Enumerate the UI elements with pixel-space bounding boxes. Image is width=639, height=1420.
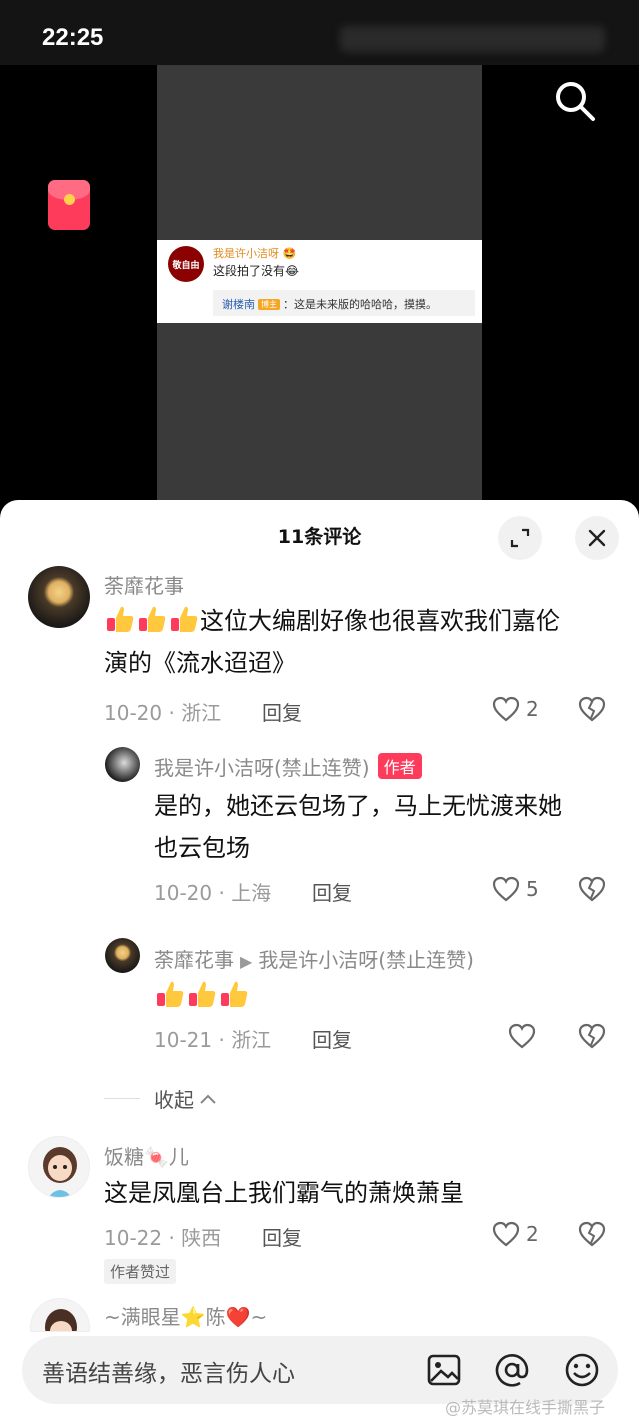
broken-heart-icon[interactable] xyxy=(578,876,606,902)
embedded-comment-card: 敬自由 我是许小洁呀 🤩 这段拍了没有😂 谢楼南 博主 ：这是未来版的哈哈哈，摸摸。 xyxy=(157,240,482,323)
avatar[interactable] xyxy=(105,938,140,973)
comment-text-line2: 演的《流水迢迢》 xyxy=(104,649,296,677)
embed-reply-name: 谢楼南 xyxy=(222,298,255,311)
reply-arrow-icon: ▶ xyxy=(240,952,253,971)
watermark: @苏莫琪在线手撕黑子 xyxy=(445,1398,606,1417)
mention-icon[interactable] xyxy=(492,1350,532,1390)
reply-button[interactable]: 回复 xyxy=(312,877,352,906)
expand-button[interactable] xyxy=(498,516,542,560)
reply-emoji-row xyxy=(154,978,250,1010)
like-button[interactable]: 2 xyxy=(492,696,539,722)
sheet-title: 11条评论 xyxy=(277,526,362,548)
comment-username[interactable]: ~满眼星⭐陈❤️~ xyxy=(104,1301,267,1330)
red-packet-coin xyxy=(64,194,75,205)
collapse-replies-button[interactable]: 收起 xyxy=(104,1084,218,1113)
reply-date-location: 10-21 · 浙江 xyxy=(154,1028,272,1052)
comment-date-location: 10-22 · 陕西 xyxy=(104,1226,222,1250)
search-icon[interactable] xyxy=(552,78,598,124)
close-button[interactable] xyxy=(575,516,619,560)
reply-date-location: 10-20 · 上海 xyxy=(154,881,272,905)
thumbs-up-emoji xyxy=(104,603,136,635)
heart-icon xyxy=(492,876,520,902)
comment-text: 这位大编剧好像也很喜欢我们嘉伦 演的《流水迢迢》 xyxy=(104,600,604,684)
reply-to-username: 我是许小洁呀(禁止连赞) xyxy=(258,948,474,972)
like-button[interactable]: 5 xyxy=(492,876,539,902)
comment-sheet: 11条评论 荼靡花事 这位大编剧好像也很喜欢我们嘉伦 演的《流水迢迢》 10-2… xyxy=(0,500,639,1420)
embed-reply-tag: 博主 xyxy=(258,299,280,310)
thumbs-up-emoji xyxy=(218,978,250,1010)
avatar[interactable] xyxy=(30,1298,90,1332)
thumbs-up-emoji xyxy=(186,978,218,1010)
collapse-divider xyxy=(104,1098,140,1099)
emoji-icon[interactable] xyxy=(562,1350,602,1390)
expand-icon xyxy=(510,528,530,548)
comment-date-location: 10-20 · 浙江 xyxy=(104,701,222,725)
reply-username-text: 我是许小洁呀(禁止连赞) xyxy=(154,756,370,780)
close-icon xyxy=(588,529,606,547)
status-bar: 22:25 xyxy=(0,0,639,65)
blurred-title xyxy=(340,26,605,52)
status-time: 22:25 xyxy=(42,24,104,51)
comment-username[interactable]: 饭糖🍬儿 xyxy=(104,1141,189,1170)
comment-input[interactable]: 善语结善缘，恶言伤人心 xyxy=(42,1354,295,1388)
like-count: 2 xyxy=(526,1222,539,1246)
reply-text: 是的，她还云包场了，马上无忧渡来她 也云包场 xyxy=(154,785,614,869)
thumbs-up-emoji xyxy=(168,603,200,635)
author-liked-tag: 作者赞过 xyxy=(104,1259,177,1284)
avatar-illustration xyxy=(43,1147,77,1197)
avatar[interactable] xyxy=(28,1136,90,1198)
reply-username-text: 荼靡花事 xyxy=(154,948,234,972)
reply-button[interactable]: 回复 xyxy=(262,1222,302,1251)
heart-icon xyxy=(492,1221,520,1247)
avatar[interactable] xyxy=(105,747,140,782)
reply-username[interactable]: 我是许小洁呀(禁止连赞) 作者 xyxy=(154,752,422,781)
embed-text: 这段拍了没有😂 xyxy=(213,264,300,278)
heart-icon xyxy=(492,696,520,722)
comment-text-line1: 这位大编剧好像也很喜欢我们嘉伦 xyxy=(200,607,560,635)
reply-text-line1: 是的，她还云包场了，马上无忧渡来她 xyxy=(154,792,562,820)
chevron-up-icon xyxy=(200,1094,216,1104)
broken-heart-icon[interactable] xyxy=(578,1221,606,1247)
reply-button[interactable]: 回复 xyxy=(262,697,302,726)
image-icon[interactable] xyxy=(424,1350,464,1390)
reply-username[interactable]: 荼靡花事 ▶ 我是许小洁呀(禁止连赞) xyxy=(154,944,474,973)
like-count: 5 xyxy=(526,877,539,901)
heart-icon[interactable] xyxy=(508,1023,536,1049)
avatar-illustration xyxy=(45,1309,77,1331)
author-badge: 作者 xyxy=(377,753,422,779)
avatar[interactable] xyxy=(28,566,90,628)
like-count: 2 xyxy=(526,697,539,721)
comment-text: 这是凤凰台上我们霸气的萧焕萧皇 xyxy=(104,1179,464,1207)
reply-text-line2: 也云包场 xyxy=(154,834,250,862)
broken-heart-icon[interactable] xyxy=(578,1023,606,1049)
reply-button[interactable]: 回复 xyxy=(312,1024,352,1053)
thumbs-up-emoji xyxy=(154,978,186,1010)
comment-username[interactable]: 荼靡花事 xyxy=(104,570,184,599)
collapse-label: 收起 xyxy=(154,1088,194,1112)
embed-reply: 谢楼南 博主 ：这是未来版的哈哈哈，摸摸。 xyxy=(213,290,475,316)
red-packet-icon[interactable] xyxy=(48,180,90,230)
embed-author: 我是许小洁呀 🤩 xyxy=(213,247,297,260)
embed-reply-text: ：这是未来版的哈哈哈，摸摸。 xyxy=(283,298,437,311)
thumbs-up-emoji xyxy=(136,603,168,635)
broken-heart-icon[interactable] xyxy=(578,696,606,722)
embed-avatar: 敬自由 xyxy=(168,246,204,282)
like-button[interactable]: 2 xyxy=(492,1221,539,1247)
